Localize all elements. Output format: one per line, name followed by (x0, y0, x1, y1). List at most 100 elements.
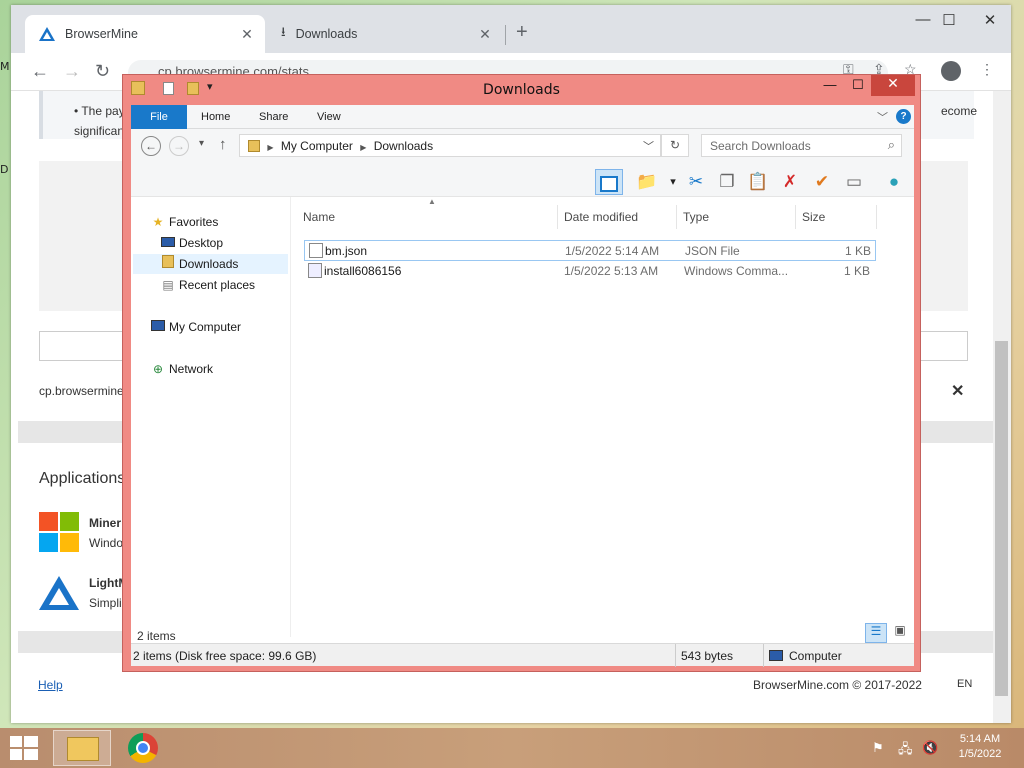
taskbar: ⚑ 🖧 🔇 5:14 AM 1/5/2022 (0, 728, 1024, 768)
nav-recent-places[interactable]: ▤ Recent places (159, 275, 255, 295)
breadcrumb-my-computer[interactable]: My Computer (281, 139, 353, 153)
column-name[interactable]: Name (298, 205, 558, 229)
chrome-icon (128, 733, 158, 763)
breadcrumb-chevron-icon: ▶ (360, 143, 367, 152)
address-dropdown-icon[interactable]: ﹀ (643, 138, 654, 154)
explorer-maximize-button[interactable]: ☐ (845, 77, 871, 97)
bullet-text-line2: significan (74, 124, 125, 138)
navigation-pane: ★ Favorites Desktop Downloads ▤ Recent pla… (131, 197, 291, 637)
rename-icon[interactable]: ▭ (840, 169, 868, 195)
breadcrumb-downloads[interactable]: Downloads (374, 139, 433, 153)
nav-my-computer[interactable]: My Computer (149, 317, 241, 337)
file-name: install6086156 (324, 264, 402, 278)
help-link[interactable]: Help (38, 678, 63, 692)
forward-arrow-icon[interactable]: → (63, 61, 81, 82)
ribbon-tab-view[interactable]: View (317, 105, 341, 129)
globe-icon[interactable]: ● (880, 169, 908, 195)
ribbon-tab-file[interactable]: File (131, 105, 187, 129)
computer-icon (149, 317, 167, 337)
close-window-button[interactable]: ✕ (975, 11, 1005, 29)
item-count: 2 items (137, 629, 176, 643)
clock[interactable]: 5:14 AM 1/5/2022 (950, 733, 1010, 760)
status-disk-space: 2 items (Disk free space: 99.6 GB) (133, 649, 317, 663)
search-input[interactable]: Search Downloads ⌕ (701, 134, 902, 157)
file-name: bm.json (325, 244, 368, 258)
language-selector[interactable]: EN (957, 678, 972, 690)
checkmark-icon[interactable]: ✔ (808, 169, 836, 195)
windows-logo-icon (39, 512, 79, 552)
explorer-body: File Home Share View ﹀ ? ← → ▾ ↑ ▶ My Co… (131, 105, 914, 667)
reload-icon[interactable]: ↻ (95, 61, 110, 82)
app-name-miner[interactable]: Miner (89, 516, 121, 530)
close-tab-icon[interactable]: ✕ (239, 26, 255, 43)
ribbon-tabs: File Home Share View ﹀ ? (131, 105, 914, 129)
explorer-minimize-button[interactable]: — (817, 77, 843, 97)
nav-network[interactable]: ⊕ Network (149, 359, 213, 379)
new-tab-button[interactable]: + (516, 21, 528, 44)
address-row: ← → ▾ ↑ ▶ My Computer ▶ Downloads ﹀ ↻ Se… (131, 129, 914, 165)
address-path-bar[interactable]: ▶ My Computer ▶ Downloads ﹀ (239, 134, 661, 157)
explorer-window: ▾ Downloads — ☐ ✕ File Home Share View ﹀… (122, 74, 921, 672)
scrollbar-thumb[interactable] (995, 341, 1008, 696)
script-icon (308, 263, 322, 278)
nav-favorites[interactable]: ★ Favorites (149, 212, 219, 232)
maximize-button[interactable]: ☐ (934, 11, 964, 29)
tab-separator (505, 25, 506, 45)
network-status-icon[interactable]: 🖧 (898, 740, 913, 762)
recent-locations-icon[interactable]: ▾ (199, 138, 204, 149)
taskbar-file-explorer[interactable] (53, 730, 111, 766)
folder-options-icon[interactable]: 📁 (633, 169, 661, 195)
search-placeholder: Search Downloads (710, 139, 811, 153)
ribbon-tab-share[interactable]: Share (259, 105, 288, 129)
file-row-install[interactable]: install6086156 1/5/2022 5:13 AM Windows … (304, 261, 876, 282)
help-icon[interactable]: ? (896, 109, 911, 124)
copy-icon[interactable]: ❐ (713, 169, 741, 195)
cut-icon[interactable]: ✂ (682, 169, 710, 195)
refresh-icon[interactable]: ↻ (661, 134, 689, 157)
downloads-folder-icon (159, 254, 177, 274)
preview-pane-icon[interactable] (595, 169, 623, 195)
action-center-flag-icon[interactable]: ⚑ (872, 740, 884, 756)
column-size[interactable]: Size (797, 205, 877, 229)
nav-downloads[interactable]: Downloads (133, 254, 288, 274)
file-list: ▲ Name Date modified Type Size bm.json 1… (298, 197, 914, 637)
column-type[interactable]: Type (678, 205, 796, 229)
back-icon[interactable]: ← (141, 136, 161, 156)
paste-icon[interactable]: 📋 (744, 169, 772, 195)
status-size: 543 bytes (675, 644, 733, 667)
close-tab-icon[interactable]: ✕ (477, 26, 493, 43)
forward-icon[interactable]: → (169, 136, 189, 156)
file-date: 1/5/2022 5:14 AM (565, 244, 660, 258)
recent-places-icon: ▤ (162, 278, 174, 292)
delete-icon[interactable]: ✗ (776, 169, 804, 195)
taskbar-chrome[interactable] (115, 730, 173, 766)
dismiss-icon[interactable]: ✕ (951, 381, 964, 401)
desktop-icon (159, 233, 177, 253)
breadcrumb-chevron-icon: ▶ (267, 143, 274, 152)
ribbon-expand-icon[interactable]: ﹀ (877, 109, 888, 125)
back-arrow-icon[interactable]: ← (31, 61, 49, 82)
download-icon: ⭳ (281, 24, 286, 39)
menu-dots-icon[interactable]: ⋮ (980, 61, 994, 78)
explorer-close-button[interactable]: ✕ (871, 75, 915, 96)
column-date-modified[interactable]: Date modified (559, 205, 677, 229)
up-arrow-icon[interactable]: ↑ (219, 136, 227, 153)
nav-desktop[interactable]: Desktop (159, 233, 223, 253)
explorer-titlebar[interactable]: ▾ Downloads — ☐ ✕ (123, 75, 920, 105)
file-size: 1 KB (844, 244, 871, 258)
tab-label: Downloads (295, 27, 358, 41)
file-row-bm-json[interactable]: bm.json 1/5/2022 5:14 AM JSON File 1 KB (304, 240, 876, 261)
file-date: 1/5/2022 5:13 AM (564, 264, 659, 278)
volume-muted-icon[interactable]: 🔇 (922, 740, 938, 756)
profile-avatar[interactable] (941, 61, 961, 81)
browsermine-logo-icon (39, 27, 55, 41)
file-explorer-icon (67, 737, 99, 761)
tab-downloads[interactable]: ⭳ Downloads ✕ (267, 15, 503, 53)
details-view-icon[interactable]: ☰ (865, 623, 887, 643)
tab-browsermine[interactable]: BrowserMine ✕ (25, 15, 265, 53)
ribbon-tab-home[interactable]: Home (201, 105, 230, 129)
page-scrollbar[interactable] (993, 91, 1011, 723)
computer-icon (248, 140, 260, 152)
large-icons-view-icon[interactable]: ▣ (889, 623, 911, 643)
start-button[interactable] (10, 736, 38, 760)
